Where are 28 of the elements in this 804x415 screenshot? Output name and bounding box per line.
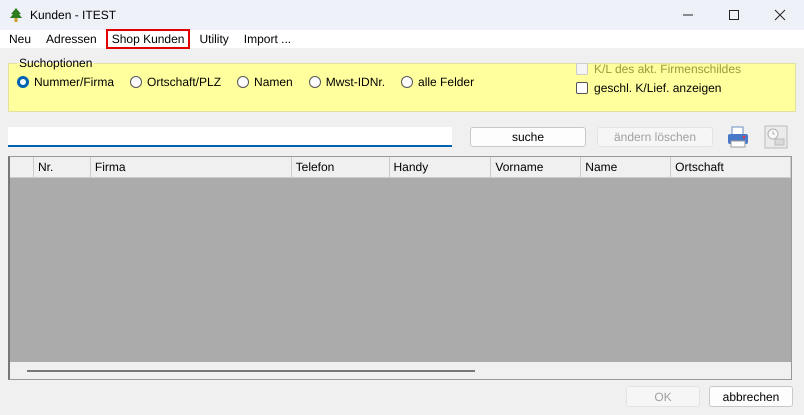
printer-icon[interactable] (725, 124, 751, 150)
menu-item[interactable]: Utility (193, 29, 235, 49)
column-header[interactable]: Handy (390, 157, 492, 177)
menu-item[interactable]: Import ... (238, 29, 298, 49)
window-title: Kunden - ITEST (30, 8, 116, 22)
radio-option[interactable]: Nummer/Firma (17, 74, 114, 88)
menu-item[interactable]: Shop Kunden (106, 29, 190, 49)
column-header[interactable]: Firma (90, 157, 292, 177)
tree-icon (8, 7, 24, 23)
scrollbar-thumb[interactable] (27, 370, 475, 372)
menu-item[interactable]: Neu (3, 29, 38, 49)
maximize-icon[interactable] (728, 9, 740, 21)
column-header[interactable]: Ortschaft (671, 157, 792, 177)
close-icon[interactable] (774, 9, 786, 21)
column-header[interactable]: Telefon (292, 157, 390, 177)
menu-item[interactable]: Adressen (40, 29, 103, 49)
radio-option[interactable]: Namen (237, 74, 293, 88)
column-header[interactable]: Name (581, 157, 672, 177)
dialog-button[interactable]: abbrechen (709, 386, 793, 407)
radio-option[interactable]: Mwst-IDNr. (308, 74, 386, 88)
group-title: Suchoptionen (18, 56, 94, 70)
search-field[interactable] (8, 127, 452, 147)
checkbox-option[interactable]: geschl. K/Lief. anzeigen (576, 81, 741, 95)
column-header[interactable]: Nr. (34, 157, 91, 177)
radio-option[interactable]: Ortschaft/PLZ (130, 74, 222, 88)
column-header[interactable]: Vorname (491, 157, 582, 177)
action-button[interactable]: suche (470, 127, 586, 147)
radio-option[interactable]: alle Felder (401, 74, 474, 88)
